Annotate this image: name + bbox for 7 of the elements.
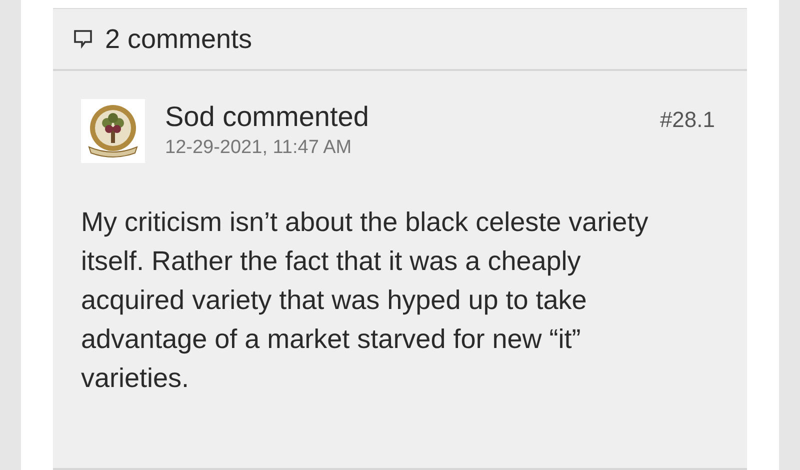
comment-icon <box>73 29 93 49</box>
comment-timestamp: 12-29-2021, 11:47 AM <box>165 136 353 160</box>
comment-number: #28.1 <box>660 106 715 134</box>
comments-count: 2 comments <box>105 22 252 56</box>
comment-body: My criticism isn’t about the black celeste variety itself. Rather the fact that it was a cheaply acquired variety that was hyped up to take advantage of a market starved for new “it” varieties. <box>81 206 650 395</box>
tree-emblem-icon <box>81 99 145 163</box>
comment-author-line: Sod commented <box>165 100 369 134</box>
